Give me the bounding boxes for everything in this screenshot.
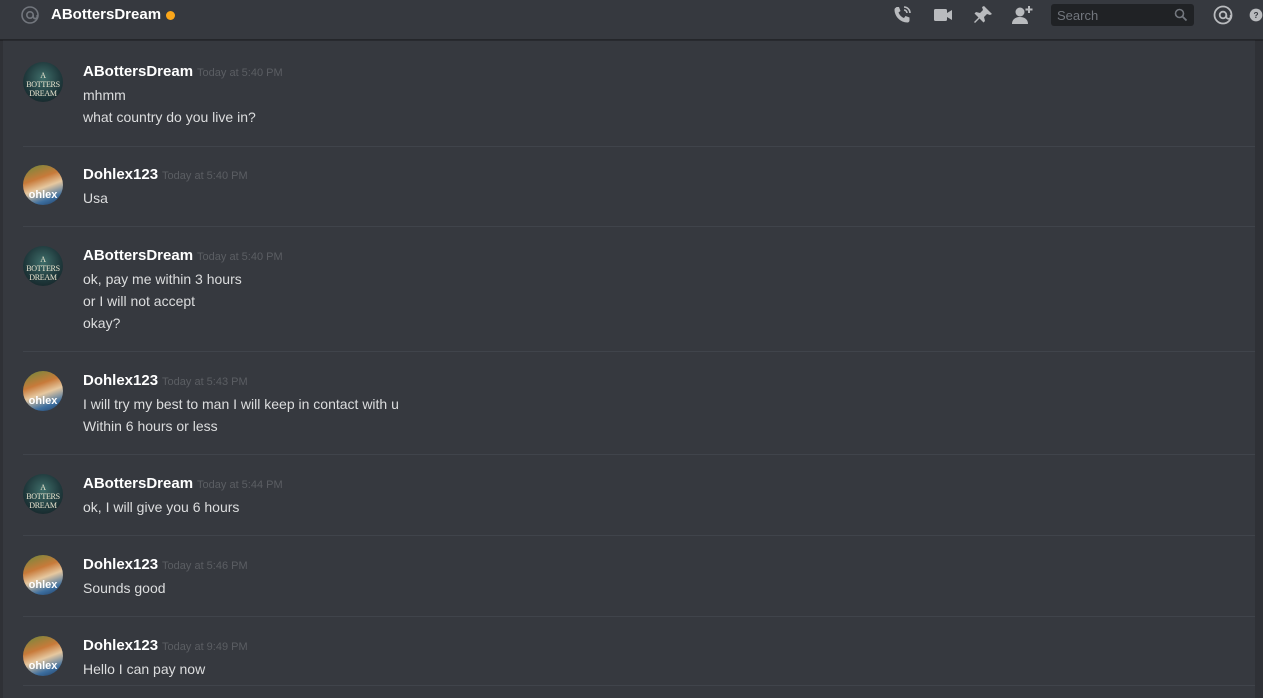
video-icon[interactable] [931,4,955,26]
message-group: A BOTTERS DREAM ABottersDream Today at 5:4… [23,474,1256,536]
message-content: ok, pay me within 3 hours or I will not … [83,268,242,334]
avatar-logo-text: ohlex [28,579,58,591]
message-group: ohlex Dohlex123 Today at 5:40 PM Usa [23,165,1256,227]
avatar-logo-text: ohlex [28,660,58,672]
search-input[interactable] [1051,4,1175,26]
search-box[interactable] [1051,4,1194,26]
timestamp: Today at 5:40 PM [162,170,248,182]
message-text: Sounds good [83,580,166,596]
message-text: mhmm [83,87,126,103]
username[interactable]: Dohlex123 [83,372,158,389]
call-icon[interactable] [890,4,914,26]
username[interactable]: ABottersDream [83,63,193,80]
avatar-logo-text: ohlex [28,395,58,407]
avatar-logo-text: ohlex [28,189,58,201]
username[interactable]: ABottersDream [83,475,193,492]
message-text: Usa [83,190,108,206]
avatar[interactable]: ohlex [23,555,63,595]
timestamp: Today at 5:44 PM [197,479,283,491]
message-content: mhmm what country do you live in? [83,84,256,128]
timestamp: Today at 5:40 PM [197,251,283,263]
message-text: Hello I can pay now [83,661,206,677]
message-content: Usa [83,187,108,209]
avatar[interactable]: A BOTTERS DREAM [23,246,63,286]
pin-icon[interactable] [971,4,995,26]
avatar[interactable]: A BOTTERS DREAM [23,474,63,514]
username[interactable]: ABottersDream [83,247,193,264]
avatar[interactable]: ohlex [23,165,63,205]
dm-window: ABottersDream ? [0,0,1263,698]
username[interactable]: Dohlex123 [83,637,158,654]
avatar-logo-text: DREAM [29,273,57,282]
channel-header: ABottersDream ? [0,0,1263,40]
status-indicator [166,11,175,20]
add-member-icon[interactable] [1011,4,1035,26]
username[interactable]: Dohlex123 [83,166,158,183]
avatar[interactable]: ohlex [23,636,63,676]
message-content: ok, I will give you 6 hours [83,496,239,518]
avatar-logo-text: A BOTTERS [26,71,60,89]
message-group: ohlex Dohlex123 Today at 9:49 PM Hello I … [23,636,1256,686]
search-icon [1174,8,1188,22]
avatar-logo-text: DREAM [29,89,57,98]
message-text: Within 6 hours or less [83,418,218,434]
username[interactable]: Dohlex123 [83,556,158,573]
message-text: or I will not accept [83,293,196,309]
mention-icon[interactable] [1211,4,1235,26]
message-content: Sounds good [83,577,166,599]
message-content: Hello I can pay now [83,658,205,680]
message-text: okay? [83,315,121,331]
message-text: ok, I will give you 6 hours [83,499,240,515]
message-group: ohlex Dohlex123 Today at 5:46 PM Sounds g… [23,555,1256,617]
avatar-logo-text: A BOTTERS [26,255,60,273]
timestamp: Today at 9:49 PM [162,641,248,653]
avatar-logo-text: DREAM [29,501,57,510]
avatar-logo-text: A BOTTERS [26,483,60,501]
timestamp: Today at 5:43 PM [162,376,248,388]
avatar[interactable]: ohlex [23,371,63,411]
scrollbar[interactable] [1255,40,1263,698]
message-list: A BOTTERS DREAM ABottersDream Today at 5:4… [3,40,1256,698]
help-icon[interactable]: ? [1249,4,1263,26]
message-group: A BOTTERS DREAM ABottersDream Today at 5:4… [23,62,1256,147]
avatar[interactable]: A BOTTERS DREAM [23,62,63,102]
timestamp: Today at 5:46 PM [162,560,248,572]
timestamp: Today at 5:40 PM [197,67,283,79]
message-text: ok, pay me within 3 hours [83,271,242,287]
message-content: I will try my best to man I will keep in… [83,393,399,437]
message-text: I will try my best to man I will keep in… [83,396,399,412]
message-group: ohlex Dohlex123 Today at 5:43 PM I will t… [23,371,1256,455]
message-text: what country do you live in? [83,109,256,125]
message-group: A BOTTERS DREAM ABottersDream Today at 5:4… [23,246,1256,352]
at-icon [20,5,40,25]
channel-title: ABottersDream [51,6,162,23]
svg-text:?: ? [1253,11,1258,20]
